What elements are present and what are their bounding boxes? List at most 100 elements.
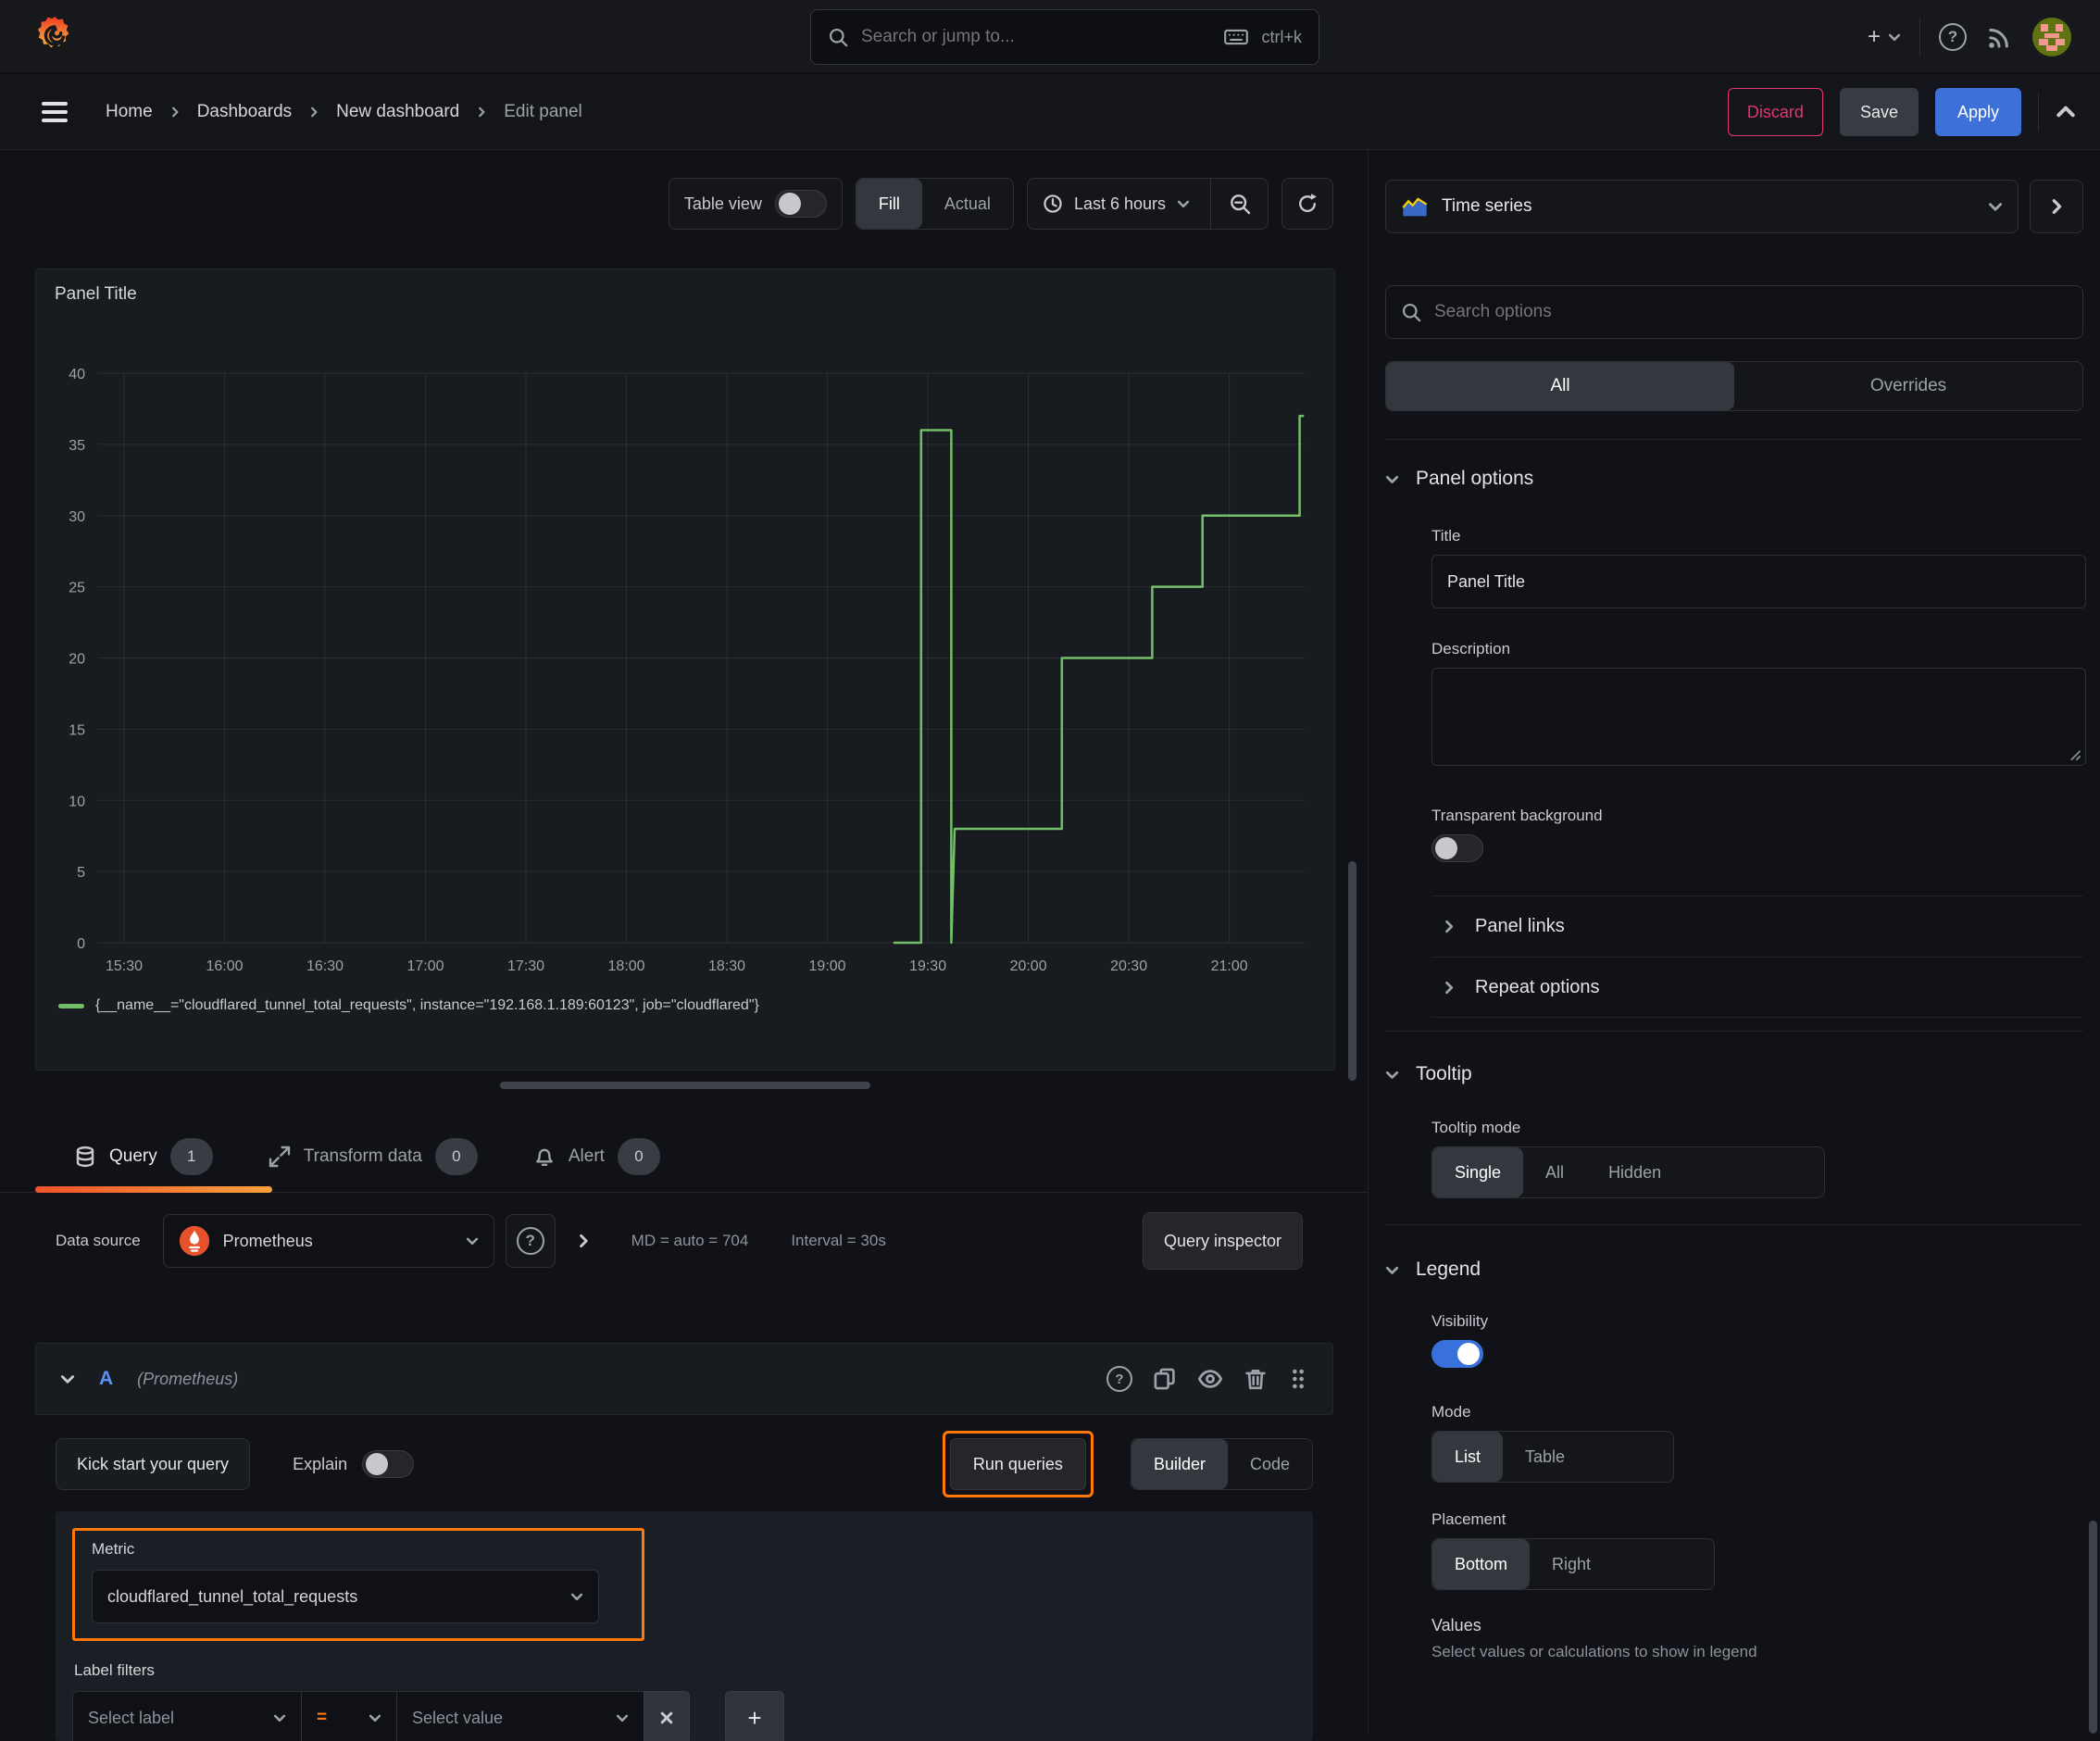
breadcrumb-dashboards[interactable]: Dashboards xyxy=(197,102,292,122)
help-icon[interactable]: ? xyxy=(1939,23,1967,51)
news-rss-icon[interactable] xyxy=(1985,23,2013,51)
time-series-viz-icon xyxy=(1401,194,1429,219)
kick-start-button[interactable]: Kick start your query xyxy=(56,1438,250,1490)
breadcrumb: Home Dashboards New dashboard Edit panel xyxy=(106,74,582,150)
explain-toggle[interactable] xyxy=(362,1450,414,1478)
breadcrumb-new-dashboard[interactable]: New dashboard xyxy=(336,102,459,122)
time-range-picker[interactable]: Last 6 hours xyxy=(1027,178,1269,230)
legend-header[interactable]: Legend xyxy=(1385,1259,2083,1281)
chevron-right-icon xyxy=(2048,198,2065,215)
grafana-logo-icon[interactable] xyxy=(33,15,76,59)
options-filter-segment: All Overrides xyxy=(1385,361,2083,411)
pane-resize-handle[interactable] xyxy=(500,1082,870,1089)
tab-alert[interactable]: Alert 0 xyxy=(533,1138,660,1175)
panel-links-section[interactable]: Panel links xyxy=(1431,896,2083,957)
panel-options-header[interactable]: Panel options xyxy=(1385,468,2083,490)
expand-row-icon[interactable] xyxy=(576,1234,591,1248)
legend-placement-label: Placement xyxy=(1431,1510,2083,1529)
legend-list-option[interactable]: List xyxy=(1432,1432,1503,1482)
chevron-right-icon xyxy=(1443,981,1456,995)
overrides-tab[interactable]: Overrides xyxy=(1734,362,2082,410)
svg-text:20:30: 20:30 xyxy=(1110,958,1147,974)
new-menu-button[interactable]: + xyxy=(1868,24,1901,50)
chevron-right-icon xyxy=(308,106,319,118)
repeat-options-label: Repeat options xyxy=(1475,977,1600,998)
avatar[interactable] xyxy=(2031,17,2072,57)
global-search[interactable]: ctrl+k xyxy=(810,9,1319,65)
select-value-placeholder: Select value xyxy=(412,1709,601,1728)
chart-legend-item[interactable]: {__name__="cloudflared_tunnel_total_requ… xyxy=(58,997,759,1014)
chevron-right-icon xyxy=(1443,920,1456,933)
zoom-out-icon xyxy=(1229,193,1251,215)
drag-handle-icon[interactable] xyxy=(1288,1367,1308,1391)
actual-option[interactable]: Actual xyxy=(922,179,1013,229)
svg-text:21:00: 21:00 xyxy=(1211,958,1248,974)
transparent-background-toggle[interactable] xyxy=(1431,834,1483,862)
fill-option[interactable]: Fill xyxy=(856,179,922,229)
query-row-header[interactable]: A (Prometheus) ? xyxy=(35,1343,1333,1415)
all-options-tab[interactable]: All xyxy=(1386,362,1734,410)
datasource-name: Prometheus xyxy=(223,1232,453,1251)
code-option[interactable]: Code xyxy=(1228,1439,1312,1489)
repeat-options-section[interactable]: Repeat options xyxy=(1431,957,2083,1018)
apply-button[interactable]: Apply xyxy=(1935,88,2021,136)
tab-query[interactable]: Query 1 xyxy=(74,1138,213,1175)
help-icon: ? xyxy=(517,1227,544,1255)
trash-icon[interactable] xyxy=(1244,1367,1268,1391)
zoom-out-button[interactable] xyxy=(1210,178,1268,230)
legend-mode-label: Mode xyxy=(1431,1403,2083,1422)
bell-icon xyxy=(533,1146,556,1168)
tooltip-hidden-option[interactable]: Hidden xyxy=(1586,1147,1683,1197)
tooltip-all-option[interactable]: All xyxy=(1523,1147,1586,1197)
duplicate-icon[interactable] xyxy=(1153,1367,1177,1391)
time-range-label: Last 6 hours xyxy=(1074,194,1166,214)
page-scrollbar[interactable] xyxy=(2089,1521,2097,1734)
options-search-input[interactable] xyxy=(1434,302,2068,322)
collapse-pane-button[interactable] xyxy=(2030,180,2083,233)
edit-pane: Table view Fill Actual Last 6 hours xyxy=(0,150,1368,1734)
visualization-picker[interactable]: Time series xyxy=(1385,180,2019,233)
placement-right-option[interactable]: Right xyxy=(1530,1539,1613,1589)
left-pane-scrollbar[interactable] xyxy=(1348,861,1356,1081)
hide-response-eye-icon[interactable] xyxy=(1197,1366,1223,1392)
menu-icon[interactable] xyxy=(41,98,69,126)
tab-alert-label: Alert xyxy=(569,1146,605,1167)
refresh-button[interactable] xyxy=(1281,178,1333,230)
builder-option[interactable]: Builder xyxy=(1131,1439,1228,1489)
tooltip-section: Tooltip Tooltip mode Single All Hidden xyxy=(1385,1031,2083,1198)
tooltip-single-option[interactable]: Single xyxy=(1432,1147,1523,1197)
editor-tabs: Query 1 Transform data 0 Alert 0 xyxy=(0,1121,1368,1193)
description-textarea[interactable] xyxy=(1431,668,2086,766)
legend-table-option[interactable]: Table xyxy=(1503,1432,1587,1482)
svg-text:18:30: 18:30 xyxy=(708,958,745,974)
table-view-toggle[interactable] xyxy=(775,190,827,218)
breadcrumb-home[interactable]: Home xyxy=(106,102,153,122)
svg-text:35: 35 xyxy=(69,438,85,454)
table-view-label: Table view xyxy=(684,194,762,214)
panel-title-input[interactable] xyxy=(1431,555,2086,608)
svg-text:16:00: 16:00 xyxy=(206,958,243,974)
visibility-label: Visibility xyxy=(1431,1312,2083,1331)
legend-mode-segment: List Table xyxy=(1431,1431,1674,1483)
max-datapoints-stat: MD = auto = 704 xyxy=(631,1232,749,1250)
datasource-help-button[interactable]: ? xyxy=(506,1214,556,1268)
metric-select[interactable]: cloudflared_tunnel_total_requests xyxy=(92,1570,599,1623)
tooltip-header[interactable]: Tooltip xyxy=(1385,1063,2083,1085)
discard-button[interactable]: Discard xyxy=(1728,88,1823,136)
operator-value: = xyxy=(317,1708,354,1728)
placement-bottom-option[interactable]: Bottom xyxy=(1432,1539,1530,1589)
svg-text:10: 10 xyxy=(69,794,85,809)
query-inspector-button[interactable]: Query inspector xyxy=(1143,1212,1303,1270)
metric-highlight: Metric cloudflared_tunnel_total_requests xyxy=(72,1528,644,1641)
datasource-picker[interactable]: Prometheus xyxy=(163,1214,494,1268)
collapse-options-icon[interactable] xyxy=(2056,102,2076,122)
options-search[interactable] xyxy=(1385,285,2083,339)
save-button[interactable]: Save xyxy=(1840,88,1919,136)
query-help-icon[interactable]: ? xyxy=(1106,1366,1132,1392)
tab-transform-data[interactable]: Transform data 0 xyxy=(269,1138,478,1175)
svg-text:0: 0 xyxy=(77,936,85,952)
legend-visibility-toggle[interactable] xyxy=(1431,1340,1483,1368)
search-input[interactable] xyxy=(861,27,1211,47)
run-queries-button[interactable]: Run queries xyxy=(950,1438,1086,1490)
time-series-chart[interactable]: 051015202530354015:3016:0016:3017:0017:3… xyxy=(53,357,1319,987)
